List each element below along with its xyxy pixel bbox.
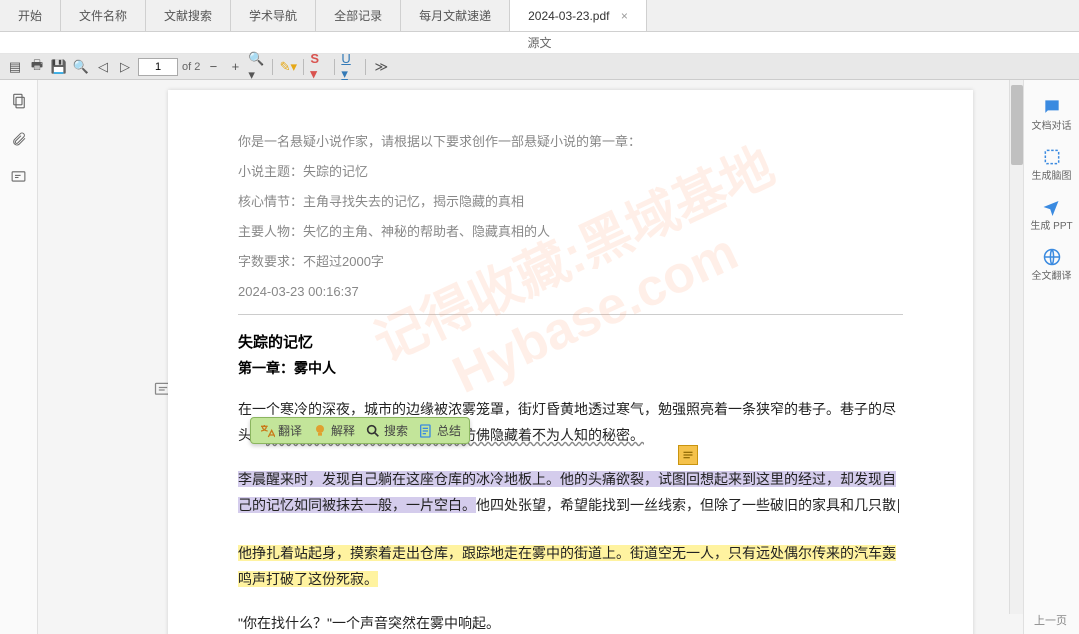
copy-icon[interactable] xyxy=(8,90,30,112)
scroll-thumb[interactable] xyxy=(1011,85,1023,165)
right-chat-button[interactable]: 文档对话 xyxy=(1032,92,1072,136)
meta-line-1: 你是一名悬疑小说作家，请根据以下要求创作一部悬疑小说的第一章： xyxy=(238,130,903,154)
sub-header-label: 源文 xyxy=(0,32,1079,54)
separator xyxy=(334,59,335,75)
close-icon[interactable]: × xyxy=(621,9,628,23)
tab-monthly[interactable]: 每月文献速递 xyxy=(401,0,510,31)
ctx-translate-button[interactable]: 翻译 xyxy=(259,422,302,439)
find-icon[interactable]: 🔍 xyxy=(72,58,90,76)
attachment-icon[interactable] xyxy=(8,128,30,150)
selection-context-menu: 翻译 解释 搜索 总结 xyxy=(250,417,470,444)
summary-icon xyxy=(418,423,434,439)
search-icon xyxy=(365,423,381,439)
meta-line-2: 小说主题：失踪的记忆 xyxy=(238,160,903,184)
right-ppt-label: 生成 PPT xyxy=(1030,221,1072,232)
meta-line-4: 主要人物：失忆的主角、神秘的帮助者、隐藏真相的人 xyxy=(238,220,903,244)
ctx-search-button[interactable]: 搜索 xyxy=(365,422,408,439)
right-translate-button[interactable]: 全文翻译 xyxy=(1032,242,1072,286)
chat-icon xyxy=(1041,96,1063,118)
prev-page-icon[interactable]: ◁ xyxy=(94,58,112,76)
separator xyxy=(365,59,366,75)
doc-title: 失踪的记忆 xyxy=(238,331,903,352)
comment-icon[interactable] xyxy=(8,166,30,188)
sticky-note-icon[interactable] xyxy=(678,445,698,465)
ppt-icon xyxy=(1040,196,1062,218)
paragraph-2: 李晨醒来时，发现自己躺在这座仓库的冰冷地板上。他的头痛欲裂，试图回想起来到这里的… xyxy=(238,466,903,518)
toolbar: ▤ 🖶 💾 🔍 ◁ ▷ of 2 − + 🔍▾ ✎▾ S ▾ U ▾ ≫ xyxy=(0,54,1079,80)
divider xyxy=(238,314,903,315)
doc-subtitle: 第一章：雾中人 xyxy=(238,358,903,378)
right-translate-label: 全文翻译 xyxy=(1032,271,1072,282)
zoom-in-icon[interactable]: + xyxy=(226,58,244,76)
text-cursor xyxy=(898,499,899,513)
vertical-scrollbar[interactable] xyxy=(1009,80,1023,614)
lightbulb-icon xyxy=(312,423,328,439)
ctx-explain-button[interactable]: 解释 xyxy=(312,422,355,439)
meta-line-3: 核心情节：主角寻找失去的记忆，揭示隐藏的真相 xyxy=(238,190,903,214)
tab-all-records[interactable]: 全部记录 xyxy=(316,0,401,31)
strikethrough-icon[interactable]: S ▾ xyxy=(310,58,328,76)
meta-line-6: 2024-03-23 00:16:37 xyxy=(238,280,903,304)
globe-icon xyxy=(1041,246,1063,268)
right-mindmap-button[interactable]: 生成脑图 xyxy=(1032,142,1072,186)
right-ppt-button[interactable]: 生成 PPT xyxy=(1030,192,1072,236)
tab-filename[interactable]: 文件名称 xyxy=(61,0,146,31)
more-icon[interactable]: ≫ xyxy=(372,58,390,76)
tab-start[interactable]: 开始 xyxy=(0,0,61,31)
separator xyxy=(272,59,273,75)
left-sidebar xyxy=(0,80,38,634)
underline-icon[interactable]: U ▾ xyxy=(341,58,359,76)
page-total-label: of 2 xyxy=(182,61,200,73)
sidebar-toggle-icon[interactable]: ▤ xyxy=(6,58,24,76)
paragraph-3: 他挣扎着站起身，摸索着走出仓库，跟踪地走在雾中的街道上。街道空无一人，只有远处偶… xyxy=(238,540,903,592)
zoom-out-icon[interactable]: − xyxy=(204,58,222,76)
mindmap-icon xyxy=(1041,146,1063,168)
right-mindmap-label: 生成脑图 xyxy=(1032,171,1072,182)
document-viewport: 记得收藏:黑域基地 Hybase.com 你是一名悬疑小说作家，请根据以下要求创… xyxy=(38,80,1023,634)
tab-file-label: 2024-03-23.pdf xyxy=(528,9,609,23)
right-chat-label: 文档对话 xyxy=(1032,121,1072,132)
next-page-icon[interactable]: ▷ xyxy=(116,58,134,76)
meta-line-5: 字数要求：不超过2000字 xyxy=(238,250,903,274)
print-icon[interactable]: 🖶 xyxy=(28,58,46,76)
tab-search[interactable]: 文献搜索 xyxy=(146,0,231,31)
highlighted-text: 他挣扎着站起身，摸索着走出仓库，跟踪地走在雾中的街道上。街道空无一人，只有远处偶… xyxy=(238,545,896,587)
separator xyxy=(303,59,304,75)
right-sidebar: 文档对话 生成脑图 生成 PPT 全文翻译 xyxy=(1023,80,1079,634)
page-number-input[interactable] xyxy=(138,58,178,76)
tab-active-file[interactable]: 2024-03-23.pdf × xyxy=(510,0,647,31)
paragraph-4: "你在找什么？"一个声音突然在雾中响起。 xyxy=(238,610,903,634)
translate-icon xyxy=(259,423,275,439)
document-page: 记得收藏:黑域基地 Hybase.com 你是一名悬疑小说作家，请根据以下要求创… xyxy=(168,90,973,634)
prev-page-label[interactable]: 上一页 xyxy=(1034,612,1067,628)
highlight-icon[interactable]: ✎▾ xyxy=(279,58,297,76)
zoom-dropdown-icon[interactable]: 🔍▾ xyxy=(248,58,266,76)
save-icon[interactable]: 💾 xyxy=(50,58,68,76)
tab-nav[interactable]: 学术导航 xyxy=(231,0,316,31)
ctx-summary-button[interactable]: 总结 xyxy=(418,422,461,439)
